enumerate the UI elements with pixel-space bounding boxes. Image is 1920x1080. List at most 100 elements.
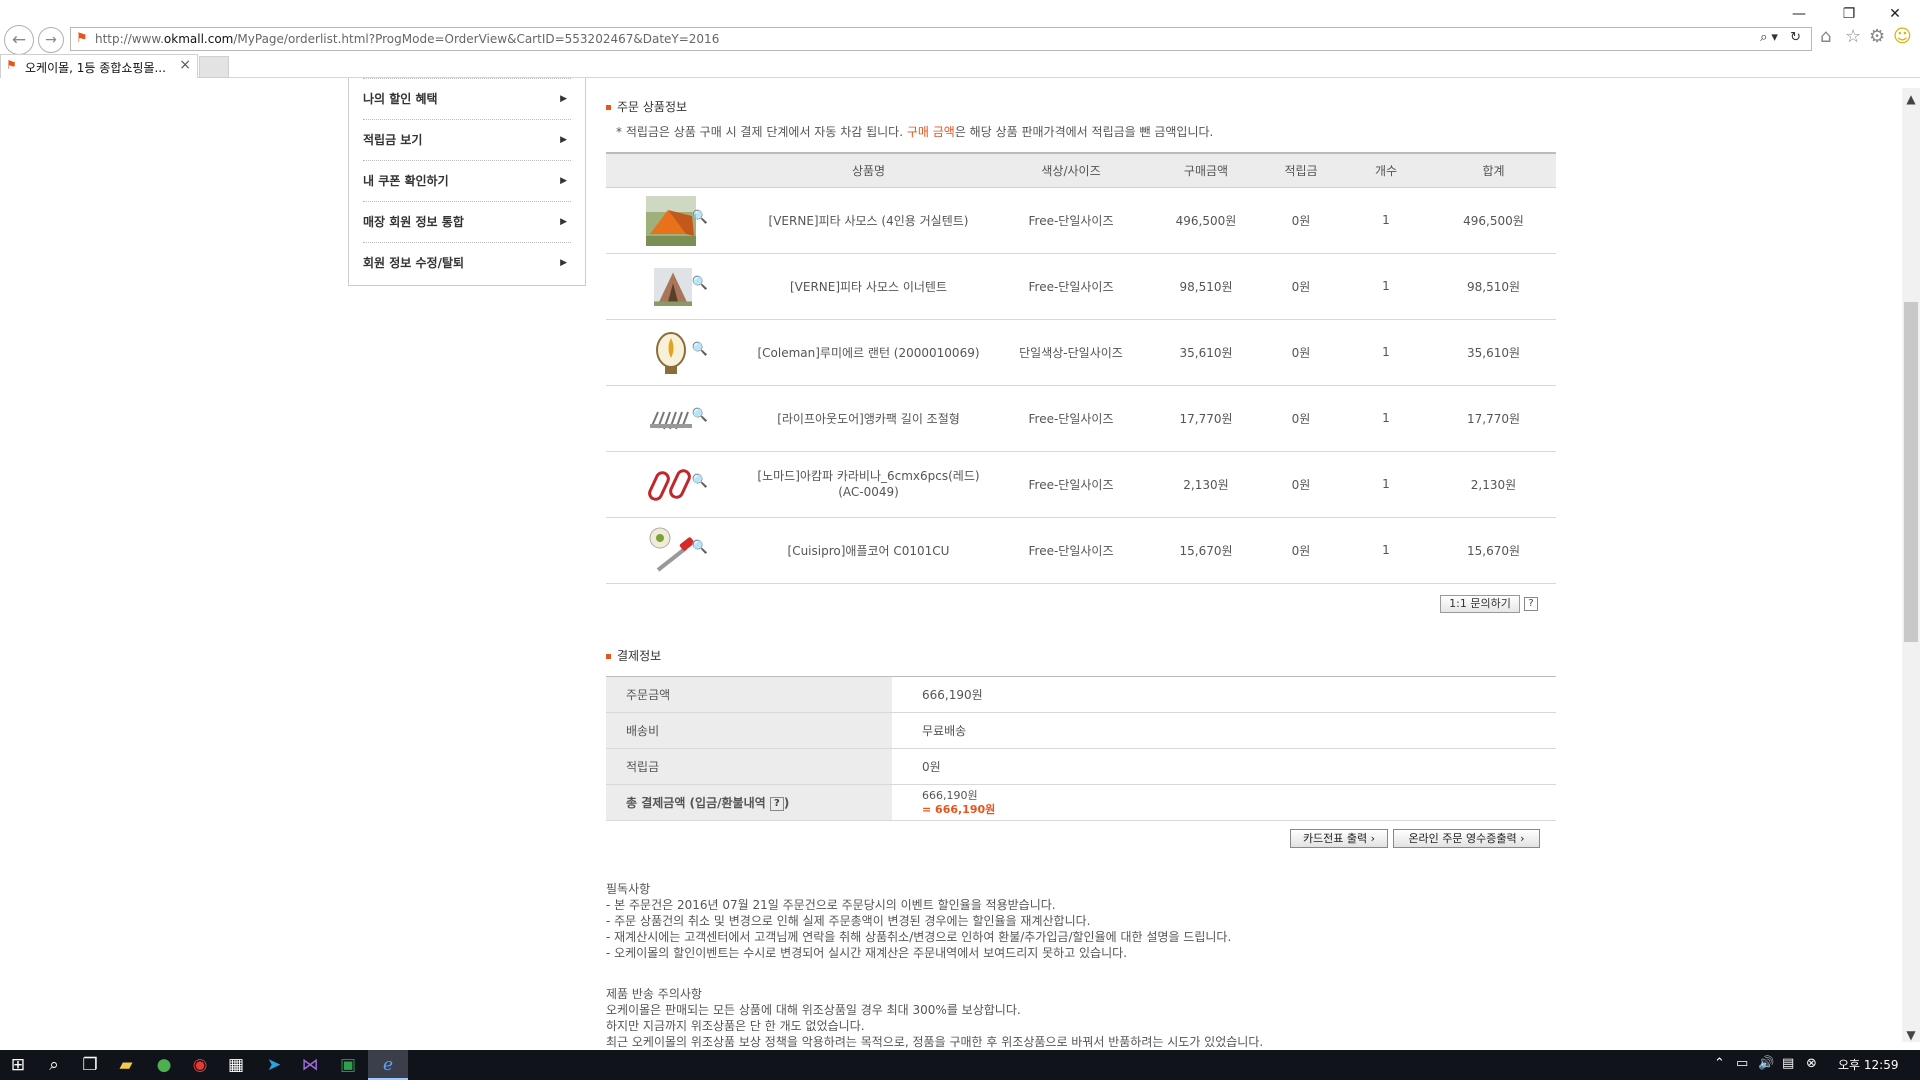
app-green-icon[interactable]: ● (148, 1053, 180, 1077)
notice-line: - 재계산시에는 고객센터에서 고객님께 연락을 취해 상품취소/변경으로 인하… (606, 930, 1232, 944)
minimize-button[interactable]: — (1776, 2, 1822, 26)
product-name[interactable]: [Coleman]루미에르 랜턴 (2000010069) (746, 319, 991, 386)
menu-coupons[interactable]: 내 쿠폰 확인하기 ▶ (363, 160, 571, 201)
product-name[interactable]: [라이프아웃도어]앵카팩 길이 조절형 (746, 385, 991, 452)
show-hidden-icons-icon[interactable]: ⌃ (1714, 1056, 1725, 1071)
settings-gear-icon[interactable]: ⚙ (1869, 26, 1885, 47)
product-thumbnail[interactable]: 🔍 (646, 192, 708, 248)
excel-icon[interactable]: ▣ (332, 1053, 364, 1077)
product-name[interactable]: [VERNE]피타 사모스 (4인용 거실텐트) (746, 187, 991, 254)
product-thumbnail[interactable]: 🔍 (646, 324, 708, 380)
scrollbar-thumb[interactable] (1904, 302, 1918, 642)
product-name[interactable]: [Cuisipro]애플코어 C0101CU (746, 517, 991, 584)
product-total: 35,610원 (1431, 319, 1556, 386)
zoom-magnifier-icon[interactable]: 🔍 (692, 540, 708, 555)
product-qty: 1 (1341, 187, 1431, 254)
table-row: 🔍 [VERNE]피타 사모스 (4인용 거실텐트) Free-단일사이즈 49… (606, 187, 1556, 254)
lantern-image (646, 328, 696, 378)
visual-studio-icon[interactable]: ⋈ (294, 1053, 326, 1077)
table-row: 🔍 [VERNE]피타 사모스 이너텐트 Free-단일사이즈 98,510원 … (606, 253, 1556, 320)
col-price: 구매금액 (1151, 152, 1261, 188)
card-receipt-print-button[interactable]: 카드전표 출력 › (1290, 829, 1388, 848)
menu-edit-profile[interactable]: 회원 정보 수정/탈퇴 ▶ (363, 242, 571, 283)
browser-chrome: — ❐ ✕ ← → ⚑ http://www.okmall.com/MyPage… (0, 0, 1920, 78)
forward-button[interactable]: → (38, 27, 64, 53)
table-row: 적립금 0원 (606, 748, 1556, 785)
zoom-magnifier-icon[interactable]: 🔍 (692, 342, 708, 357)
arrow-right-icon: ▶ (560, 258, 567, 268)
product-thumbnail[interactable]: 🔍 (646, 522, 708, 578)
telegram-icon[interactable]: ➤ (258, 1053, 290, 1077)
scroll-down-icon[interactable]: ▼ (1902, 1028, 1920, 1042)
tab-close-icon[interactable]: × (179, 57, 191, 73)
help-question-icon[interactable]: ? (769, 796, 784, 811)
windows-start-icon[interactable]: ⊞ (2, 1053, 34, 1077)
product-price: 35,610원 (1151, 319, 1261, 386)
new-tab-button[interactable] (199, 56, 229, 78)
task-view-icon[interactable]: ❐ (74, 1053, 106, 1077)
product-qty: 1 (1341, 385, 1431, 452)
product-points: 0원 (1261, 319, 1341, 386)
restore-button[interactable]: ❐ (1826, 2, 1872, 26)
media-player-icon[interactable]: ◉ (184, 1053, 216, 1077)
notice-title: 필독사항 (606, 882, 651, 896)
one-on-one-inquiry-button[interactable]: 1:1 문의하기 (1440, 595, 1520, 613)
close-window-button[interactable]: ✕ (1872, 2, 1918, 26)
zoom-magnifier-icon[interactable]: 🔍 (692, 474, 708, 489)
pay-label: 배송비 (606, 712, 892, 749)
internet-explorer-icon[interactable]: ℯ (372, 1053, 404, 1077)
scroll-up-icon[interactable]: ▲ (1902, 92, 1920, 106)
mypage-side-menu: 나의 할인 혜택 ▶ 적립금 보기 ▶ 내 쿠폰 확인하기 ▶ 매장 회원 정보 통합… (348, 78, 586, 286)
pay-value: 무료배송 (892, 712, 1556, 749)
taskbar-clock[interactable]: 오후 12:59 (1838, 1056, 1898, 1073)
product-option: Free-단일사이즈 (991, 187, 1151, 254)
zoom-magnifier-icon[interactable]: 🔍 (692, 276, 708, 291)
product-total: 17,770원 (1431, 385, 1556, 452)
menu-store-integration[interactable]: 매장 회원 정보 통합 ▶ (363, 201, 571, 242)
network-icon[interactable]: ▭ (1736, 1056, 1748, 1071)
menu-points[interactable]: 적립금 보기 ▶ (363, 119, 571, 160)
product-thumbnail[interactable]: 🔍 (646, 258, 708, 314)
return-notice-line: 하지만 지금까지 위조상품은 단 한 개도 없었습니다. (606, 1019, 865, 1033)
product-name[interactable]: [VERNE]피타 사모스 이너텐트 (746, 253, 991, 320)
points-note: * 적립금은 상품 구매 시 결제 단계에서 자동 차감 됩니다. 구매 금액은… (616, 125, 1214, 139)
browser-tab[interactable]: ⚑ 오케이몰, 1등 종합쇼핑몰... × (0, 54, 198, 78)
search-icon[interactable]: ⌕ (38, 1053, 70, 1077)
apple-corer-image (646, 526, 696, 576)
table-row: 🔍 [Coleman]루미에르 랜턴 (2000010069) 단일색상-단일사… (606, 319, 1556, 386)
volume-icon[interactable]: 🔊 (1758, 1056, 1774, 1071)
product-option: 단일색상-단일사이즈 (991, 319, 1151, 386)
total-payment-label: 총 결제금액 (입금/환불내역 ?) (606, 784, 892, 821)
vertical-scrollbar[interactable]: ▲ ▼ (1902, 88, 1920, 1042)
back-button[interactable]: ← (4, 25, 34, 55)
search-refresh-icon[interactable]: ⌕▾ ↻ (1760, 30, 1805, 45)
notification-icon[interactable]: ⊗ (1806, 1056, 1817, 1071)
product-thumbnail[interactable]: 🔍 (646, 390, 708, 446)
zoom-magnifier-icon[interactable]: 🔍 (692, 210, 708, 225)
product-points: 0원 (1261, 187, 1341, 254)
feedback-smiley-icon[interactable]: ☺ (1893, 26, 1912, 47)
zoom-magnifier-icon[interactable]: 🔍 (692, 408, 708, 423)
help-question-icon[interactable]: ? (1524, 597, 1538, 611)
order-items-table: 상품명 색상/사이즈 구매금액 적립금 개수 합계 🔍 [VERNE]피타 사모… (606, 152, 1556, 584)
home-icon[interactable]: ⌂ (1820, 26, 1831, 47)
address-bar[interactable]: ⚑ http://www.okmall.com/MyPage/orderlist… (70, 27, 1812, 51)
action-center-icon[interactable]: ▤ (1782, 1056, 1794, 1071)
menu-my-discount[interactable]: 나의 할인 혜택 ▶ (363, 78, 571, 119)
product-points: 0원 (1261, 517, 1341, 584)
url-text[interactable]: http://www.okmall.com/MyPage/orderlist.h… (95, 32, 719, 46)
favorites-star-icon[interactable]: ☆ (1845, 26, 1861, 47)
notice-block: 필독사항 - 본 주문건은 2016년 07월 21일 주문건으로 주문당시의 … (606, 881, 1231, 961)
product-name[interactable]: [노마드]아캄파 카라비나_6cmx6pcs(레드) (AC-0049) (746, 451, 991, 518)
product-option: Free-단일사이즈 (991, 517, 1151, 584)
calculator-icon[interactable]: ▦ (220, 1053, 252, 1077)
product-thumbnail[interactable]: 🔍 (646, 456, 708, 512)
return-notice-title: 제품 반송 주의사항 (606, 987, 702, 1001)
product-price: 98,510원 (1151, 253, 1261, 320)
file-explorer-icon[interactable]: ▰ (110, 1053, 142, 1077)
arrow-right-icon: ▶ (560, 217, 567, 227)
table-header-row: 상품명 색상/사이즈 구매금액 적립금 개수 합계 (606, 152, 1556, 188)
product-price: 2,130원 (1151, 451, 1261, 518)
online-receipt-print-button[interactable]: 온라인 주문 영수증출력 › (1393, 829, 1540, 848)
table-row: 🔍 [라이프아웃도어]앵카팩 길이 조절형 Free-단일사이즈 17,770원… (606, 385, 1556, 452)
